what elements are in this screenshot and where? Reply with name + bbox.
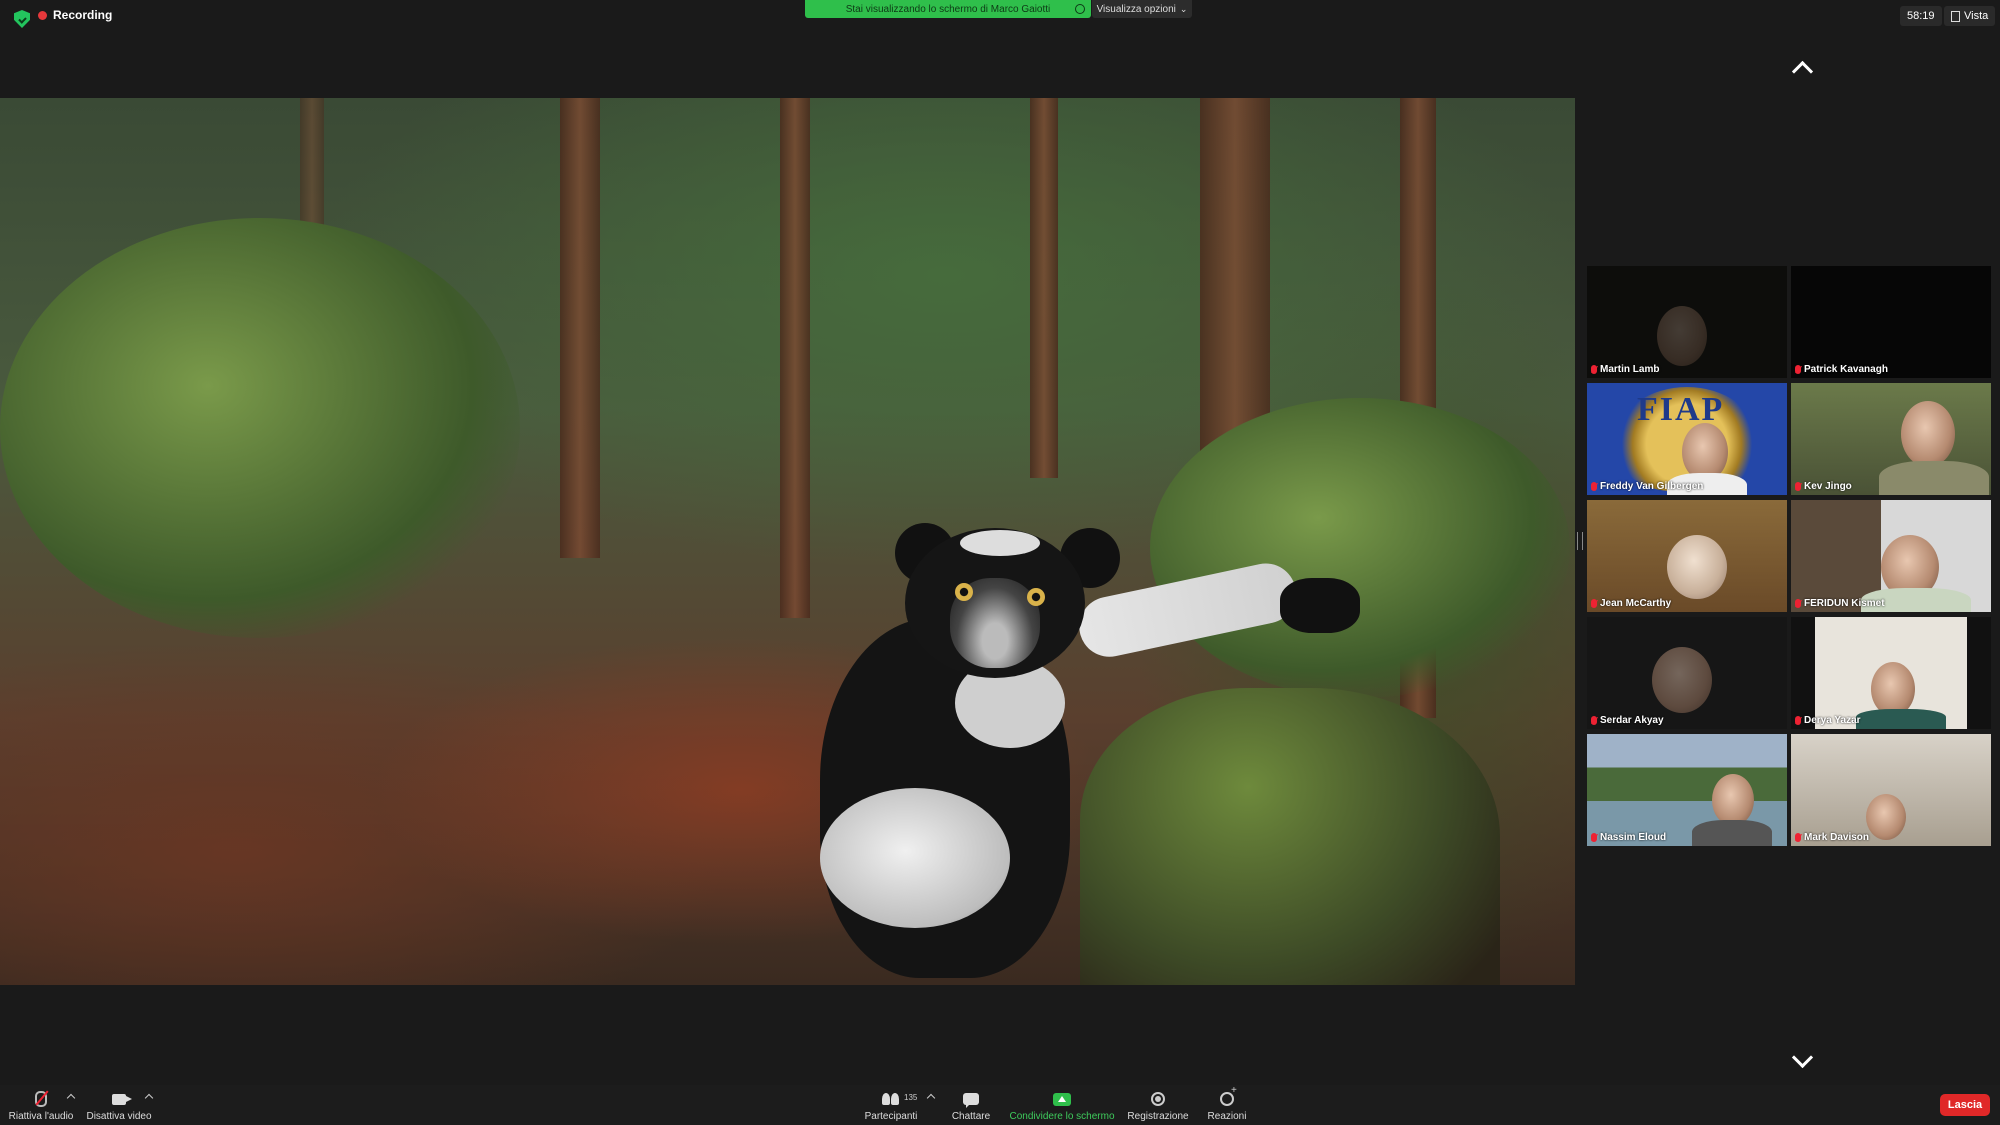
record-icon <box>1151 1092 1165 1106</box>
chevron-up-icon[interactable] <box>1792 56 1812 76</box>
participants-count: 135 <box>904 1093 918 1102</box>
mic-muted-icon <box>1795 599 1801 608</box>
tree-trunk <box>1030 98 1058 478</box>
video-tile[interactable]: Nassim Eloud <box>1587 734 1787 846</box>
participant-name-tag: Martin Lamb <box>1591 364 1659 375</box>
security-shield-icon[interactable] <box>14 10 30 28</box>
stop-video-button[interactable]: Disattiva video <box>84 1085 154 1125</box>
participant-video <box>1901 401 1955 467</box>
participant-name-tag: Nassim Eloud <box>1591 832 1666 843</box>
view-layout-icon <box>1951 10 1960 22</box>
video-tile[interactable]: FERIDUN Kismet <box>1791 500 1991 612</box>
mic-muted-icon <box>1795 716 1801 725</box>
lemur-crown <box>960 530 1040 556</box>
video-tile[interactable]: Martin Lamb <box>1587 266 1787 378</box>
mic-muted-icon <box>1795 833 1801 842</box>
participant-name-tag: Mark Davison <box>1795 832 1869 843</box>
participant-name-tag: Serdar Akyay <box>1591 715 1664 726</box>
view-options-label: Visualizza opzioni <box>1096 3 1176 15</box>
video-icon <box>112 1093 132 1105</box>
lemur-eye <box>955 583 973 601</box>
participant-name-tag: Freddy Van Gilbergen <box>1591 481 1703 492</box>
view-label: Vista <box>1964 10 1989 22</box>
chat-icon <box>963 1093 979 1108</box>
chevron-down-icon[interactable] <box>1792 1050 1812 1070</box>
mic-muted-icon <box>1591 833 1597 842</box>
share-banner-text: Stai visualizzando lo schermo di Marco G… <box>845 3 1051 15</box>
lemur-leg <box>820 788 1010 928</box>
reactions-button[interactable]: Reazioni <box>1200 1085 1254 1125</box>
share-screen-icon <box>1053 1092 1071 1106</box>
share-status-icon <box>1075 4 1085 14</box>
screen-share-banner: Stai visualizzando lo schermo di Marco G… <box>805 0 1091 18</box>
mic-muted-icon <box>1591 599 1597 608</box>
mic-muted-icon <box>1591 482 1597 491</box>
mic-muted-icon <box>1795 365 1801 374</box>
record-button[interactable]: Registrazione <box>1124 1085 1192 1125</box>
unmute-button[interactable]: Riattiva l'audio <box>6 1085 76 1125</box>
meeting-timer: 58:19 <box>1900 6 1942 26</box>
participants-button[interactable]: 135 Partecipanti <box>860 1085 922 1125</box>
view-options-dropdown[interactable]: Visualizza opzioni ⌄ <box>1092 0 1192 18</box>
tree-trunk <box>780 98 810 618</box>
participant-name-tag: Derya Yazar <box>1795 715 1861 726</box>
mic-muted-icon <box>35 1091 47 1107</box>
mic-muted-icon <box>1591 716 1597 725</box>
participant-shirt <box>1692 820 1772 846</box>
participant-video <box>1657 306 1707 366</box>
recording-indicator[interactable]: Recording <box>38 8 112 22</box>
participant-name-tag: FERIDUN Kismet <box>1795 598 1885 609</box>
foliage <box>0 218 520 638</box>
lemur-eye <box>1027 588 1045 606</box>
mic-muted-icon <box>1591 365 1597 374</box>
panel-resize-handle[interactable] <box>1577 532 1583 550</box>
meeting-toolbar: Riattiva l'audio Disattiva video 135 Par… <box>0 1085 2000 1125</box>
leave-button[interactable]: Lascia <box>1940 1094 1990 1116</box>
tree-trunk <box>560 98 600 558</box>
foliage <box>1150 398 1570 698</box>
recording-label: Recording <box>53 8 113 22</box>
participant-video <box>1871 662 1915 716</box>
video-tile[interactable]: Derya Yazar <box>1791 617 1991 729</box>
reactions-icon <box>1220 1085 1237 1106</box>
video-tile[interactable]: Patrick Kavanagh <box>1791 266 1991 378</box>
participant-video <box>1667 535 1727 599</box>
participant-name-tag: Kev Jingo <box>1795 481 1852 492</box>
participant-shirt <box>1879 461 1989 495</box>
participant-video <box>1712 774 1754 826</box>
share-screen-button[interactable]: Condividere lo schermo <box>1006 1085 1118 1125</box>
recording-dot-icon <box>38 10 47 20</box>
participant-shirt <box>1856 709 1946 729</box>
view-button[interactable]: Vista <box>1944 6 1996 26</box>
participants-icon <box>882 1093 900 1105</box>
chat-button[interactable]: Chattare <box>946 1085 996 1125</box>
participant-name-tag: Jean McCarthy <box>1591 598 1671 609</box>
video-tile[interactable]: FIAP Freddy Van Gilbergen <box>1587 383 1787 495</box>
video-tile[interactable]: Jean McCarthy <box>1587 500 1787 612</box>
participant-video <box>1866 794 1906 840</box>
lemur-hand <box>1280 578 1360 633</box>
participant-name-tag: Patrick Kavanagh <box>1795 364 1888 375</box>
video-tile[interactable]: Mark Davison <box>1791 734 1991 846</box>
video-tile[interactable]: Serdar Akyay <box>1587 617 1787 729</box>
mic-muted-icon <box>1795 482 1801 491</box>
mossy-stump <box>1080 688 1500 985</box>
chevron-down-small-icon: ⌄ <box>1179 3 1188 14</box>
participant-video <box>1652 647 1712 713</box>
shared-screen <box>0 98 1575 985</box>
participants-options-caret-icon[interactable] <box>926 1093 936 1103</box>
video-tile[interactable]: Kev Jingo <box>1791 383 1991 495</box>
